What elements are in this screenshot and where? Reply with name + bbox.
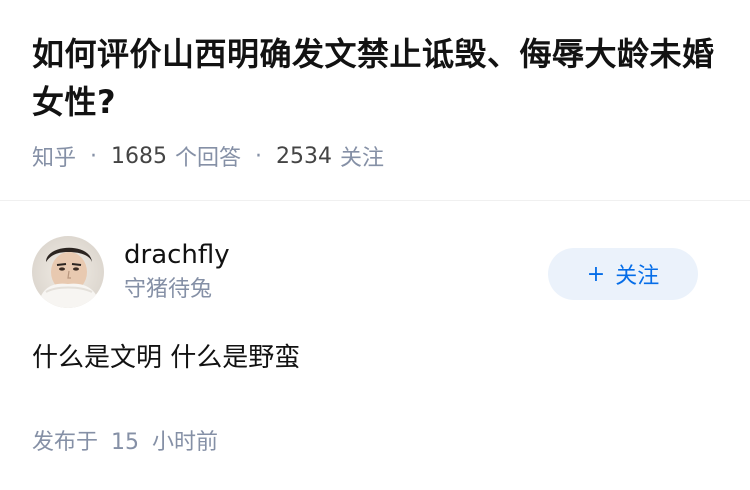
divider: [0, 200, 750, 201]
question-header: 如何评价山西明确发文禁止诋毁、侮辱大龄未婚女性? 知乎 · 1685 个回答 ·…: [0, 0, 750, 172]
answer-timestamp: 发布于 15 小时前: [32, 424, 718, 456]
answer-page: 如何评价山西明确发文禁止诋毁、侮辱大龄未婚女性? 知乎 · 1685 个回答 ·…: [0, 0, 750, 490]
avatar-portrait-icon: [32, 236, 104, 308]
answer-card: drachfly 守猪待兔 + 关注 什么是文明 什么是野蛮 发布于 15 小时…: [32, 236, 718, 456]
author-row: drachfly 守猪待兔 + 关注: [32, 236, 718, 308]
follow-button[interactable]: + 关注: [548, 248, 698, 300]
question-title[interactable]: 如何评价山西明确发文禁止诋毁、侮辱大龄未婚女性?: [32, 30, 718, 126]
publish-prefix: 发布于: [32, 430, 99, 455]
follow-button-label: 关注: [615, 264, 660, 289]
question-meta: 知乎 · 1685 个回答 · 2534 关注: [32, 140, 718, 172]
separator-dot: ·: [255, 143, 263, 169]
separator-dot: ·: [90, 143, 98, 169]
publish-unit: 小时前: [152, 430, 219, 455]
publish-value: 15: [111, 430, 140, 455]
follower-count: 2534: [276, 143, 333, 169]
answer-count-label[interactable]: 个回答: [175, 140, 241, 172]
source-label[interactable]: 知乎: [32, 140, 76, 172]
answer-count: 1685: [111, 143, 168, 169]
follower-count-label[interactable]: 关注: [340, 140, 384, 172]
avatar[interactable]: [32, 236, 104, 308]
answer-content[interactable]: 什么是文明 什么是野蛮: [32, 338, 718, 378]
plus-icon: +: [586, 261, 606, 287]
